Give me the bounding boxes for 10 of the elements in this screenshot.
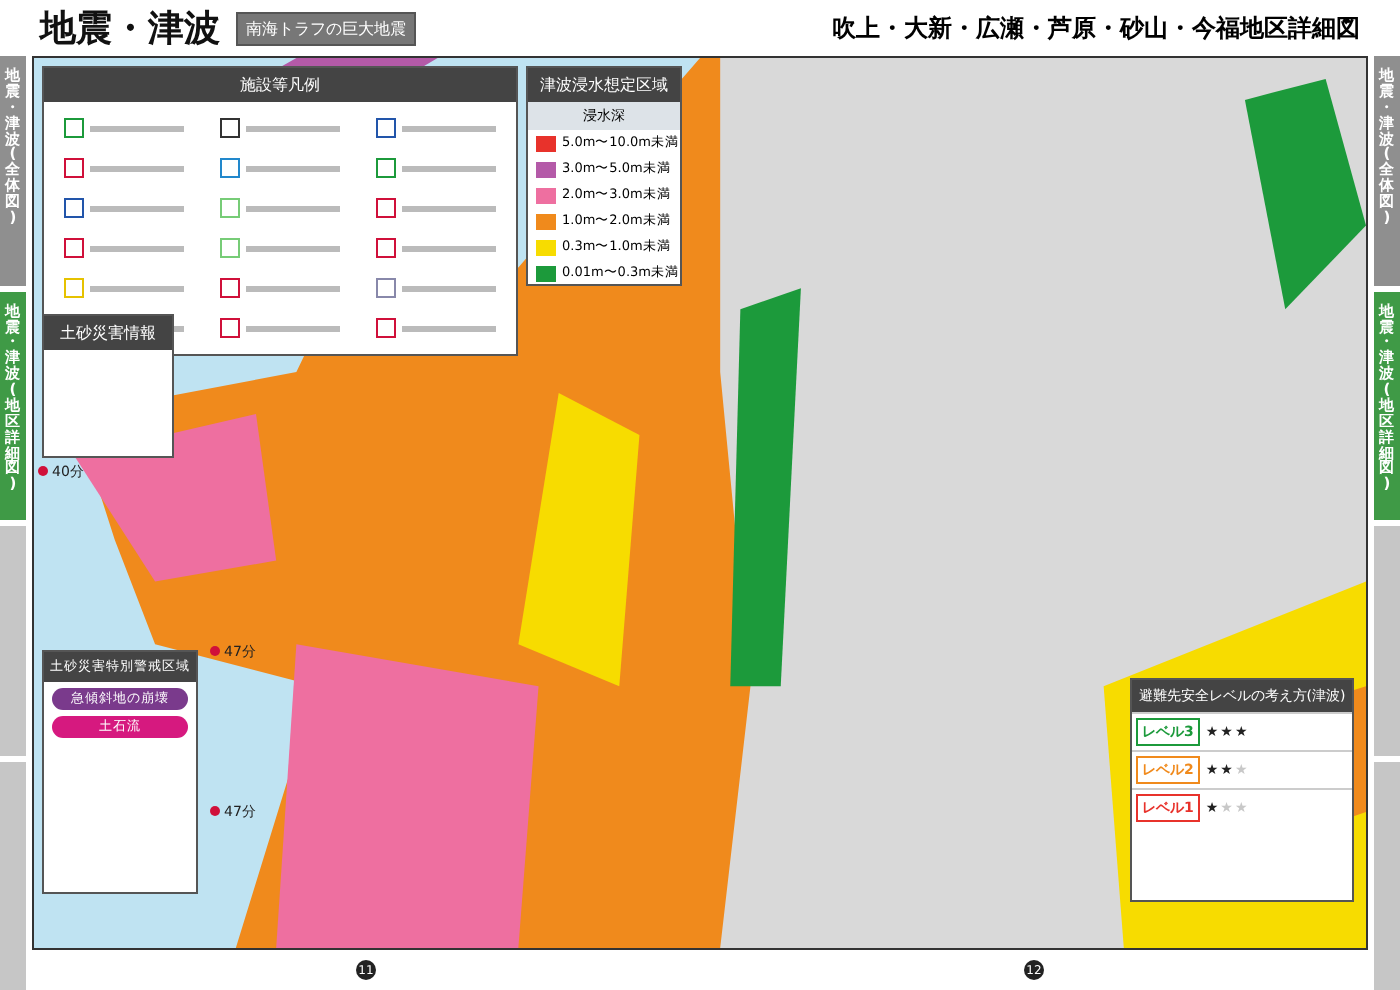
page-title: 地震・津波: [40, 6, 220, 52]
subtitle-badge: 南海トラフの巨大地震: [236, 11, 416, 45]
chapter-tab[interactable]: [0, 761, 26, 990]
panel-title: 土砂災害情報: [44, 316, 172, 350]
legend-title: 津波浸水想定区域: [528, 68, 680, 102]
legend-title: 施設等凡例: [44, 68, 516, 102]
chapter-tab[interactable]: [1374, 761, 1400, 990]
chapter-tab[interactable]: [0, 526, 26, 756]
district-title: 吹上・大新・広瀬・芦原・砂山・今福地区詳細図: [832, 11, 1360, 45]
chapter-tab[interactable]: [1374, 526, 1400, 756]
